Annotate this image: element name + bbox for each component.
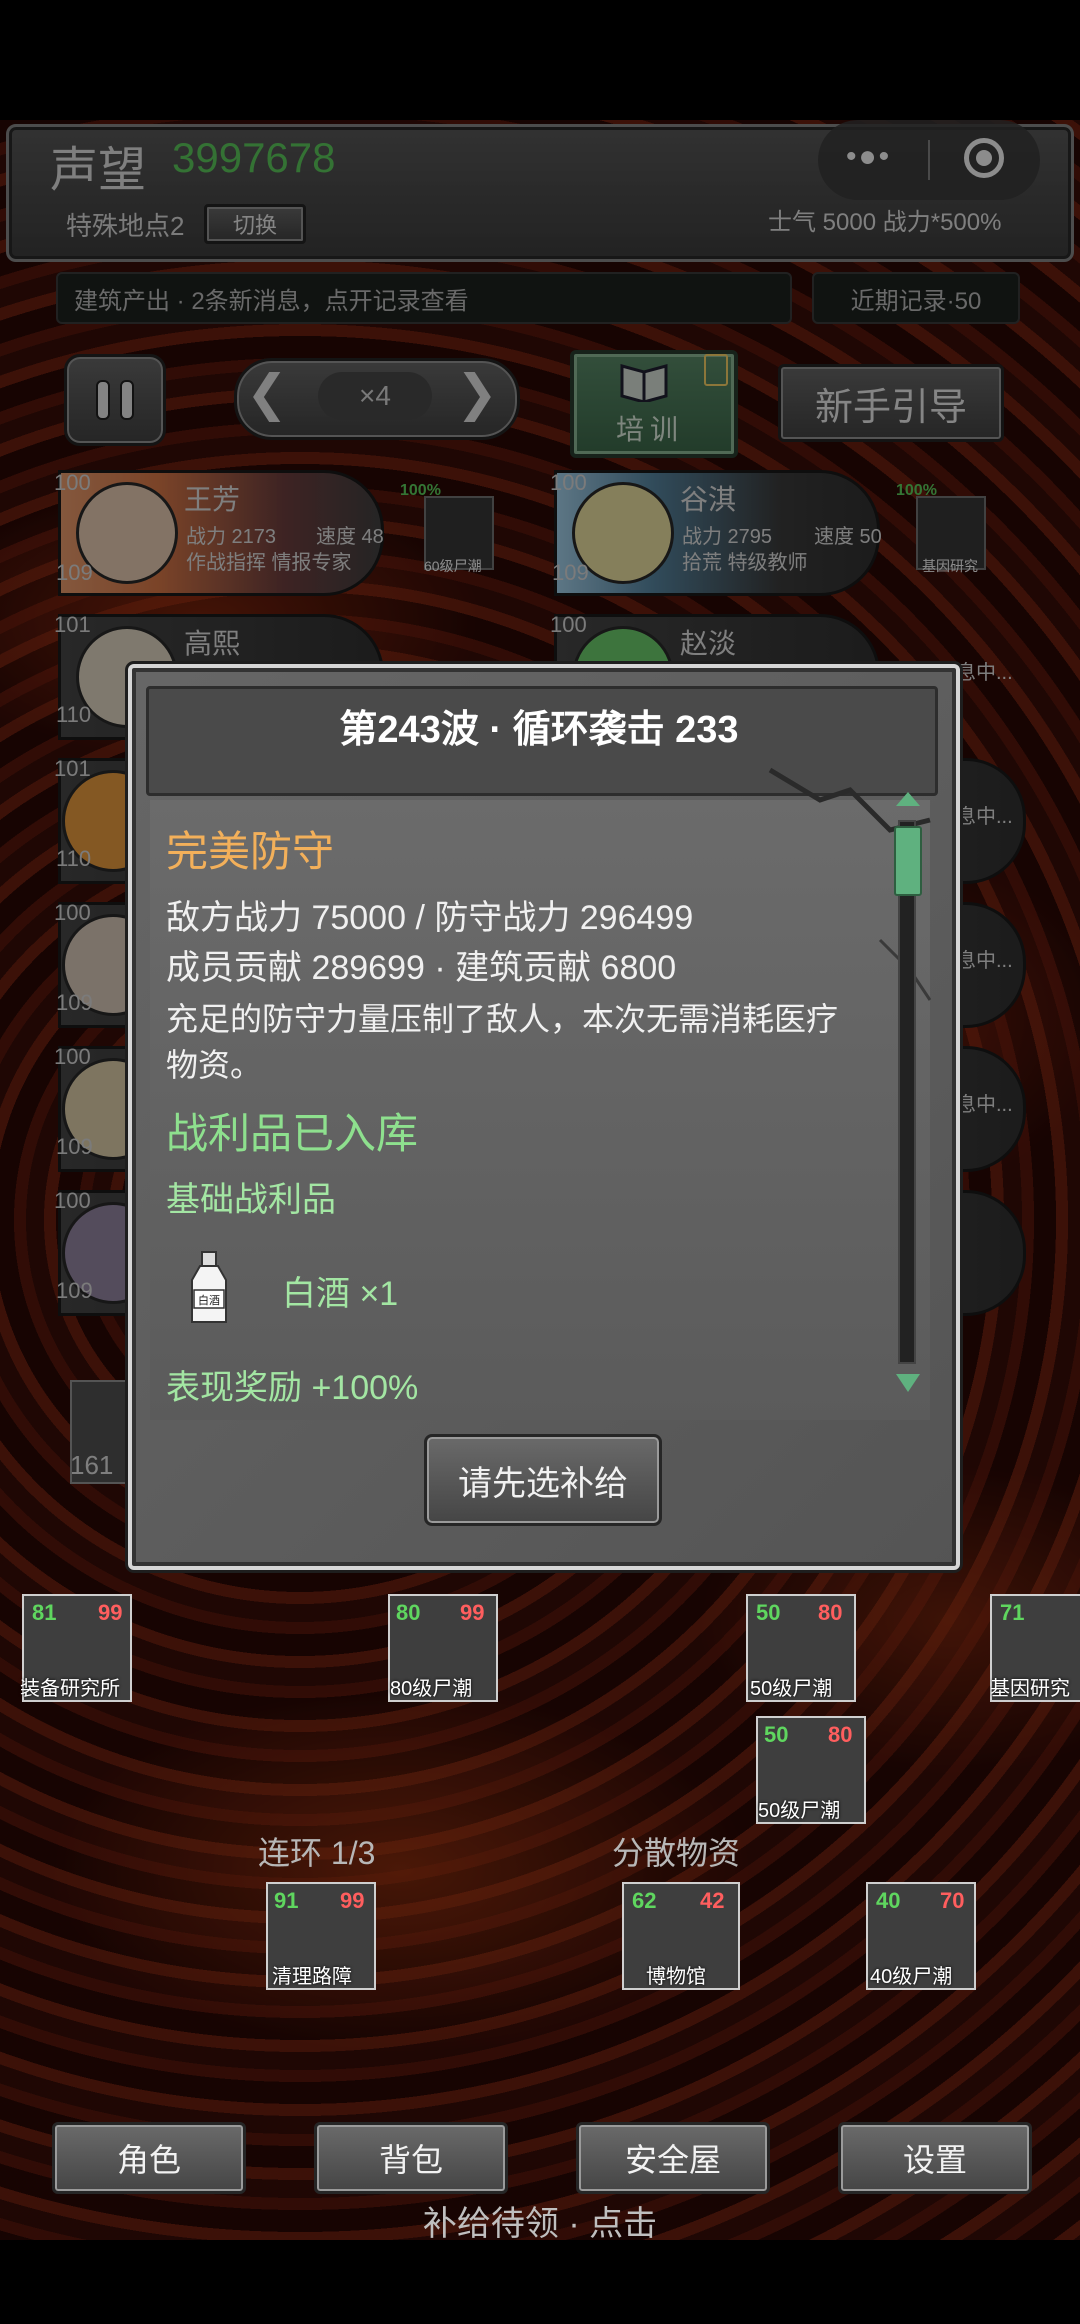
- node-left-number: 40: [876, 1888, 901, 1913]
- scrollbar-thumb[interactable]: [894, 826, 922, 896]
- node-right-number: 99: [460, 1600, 485, 1625]
- scatter-caption: 分散物资: [612, 1835, 741, 1871]
- nav-settings-button[interactable]: 设置: [838, 2122, 1032, 2194]
- scrollbar-track[interactable]: [898, 820, 916, 1364]
- select-supply-button[interactable]: 请先选补给: [424, 1434, 662, 1526]
- node-label: 50级尸潮: [750, 1678, 833, 1700]
- loot-title: 战利品已入库: [166, 1110, 419, 1157]
- result-description: 充足的防守力量压制了敌人，本次无需消耗医疗物资。: [166, 1001, 839, 1083]
- node-left-number: 91: [274, 1888, 299, 1913]
- nav-safehouse-button[interactable]: 安全屋: [576, 2122, 770, 2194]
- node-left-number: 50: [756, 1600, 781, 1625]
- node-right-number: 99: [340, 1888, 365, 1913]
- power-comparison: 敌方战力 75000 / 防守战力 296499: [166, 899, 694, 937]
- node-right-number: 80: [818, 1600, 843, 1625]
- node-right-number: 70: [940, 1888, 965, 1913]
- node-right-number: 42: [700, 1888, 725, 1913]
- performance-bonus: 表现奖励 +100%: [166, 1369, 419, 1407]
- node-left-number: 80: [396, 1600, 421, 1625]
- supply-pending-text[interactable]: 补给待领 · 点击: [0, 2196, 1080, 2245]
- bottle-label: 白酒: [198, 1293, 220, 1307]
- nav-role-button[interactable]: 角色: [52, 2122, 246, 2194]
- node-right-number: 99: [98, 1600, 123, 1625]
- chain-caption: 连环 1/3: [258, 1835, 376, 1871]
- defense-result: 完美防守: [166, 828, 335, 875]
- contribution-line: 成员贡献 289699 · 建筑贡献 6800: [166, 949, 677, 987]
- node-left-number: 71: [1000, 1600, 1025, 1625]
- node-label: 50级尸潮: [758, 1800, 841, 1822]
- node-label: 40级尸潮: [870, 1966, 953, 1988]
- node-left-number: 81: [32, 1600, 57, 1625]
- node-label: 80级尸潮: [390, 1678, 473, 1700]
- loot-item: 白酒 ×1: [282, 1275, 399, 1313]
- nav-bag-button[interactable]: 背包: [314, 2122, 508, 2194]
- node-label: 基因研究: [990, 1678, 1070, 1700]
- liquor-bottle-icon: 白酒: [191, 1251, 227, 1323]
- node-label: 装备研究所: [20, 1678, 120, 1700]
- scroll-up-icon[interactable]: [896, 792, 920, 806]
- basic-loot-label: 基础战利品: [166, 1181, 336, 1219]
- scroll-down-icon[interactable]: [896, 1374, 920, 1392]
- node-label: 清理路障: [272, 1966, 352, 1988]
- node-right-number: 80: [828, 1722, 853, 1747]
- node-left-number: 50: [764, 1722, 789, 1747]
- node-left-number: 62: [632, 1888, 657, 1913]
- node-label: 博物馆: [646, 1966, 706, 1988]
